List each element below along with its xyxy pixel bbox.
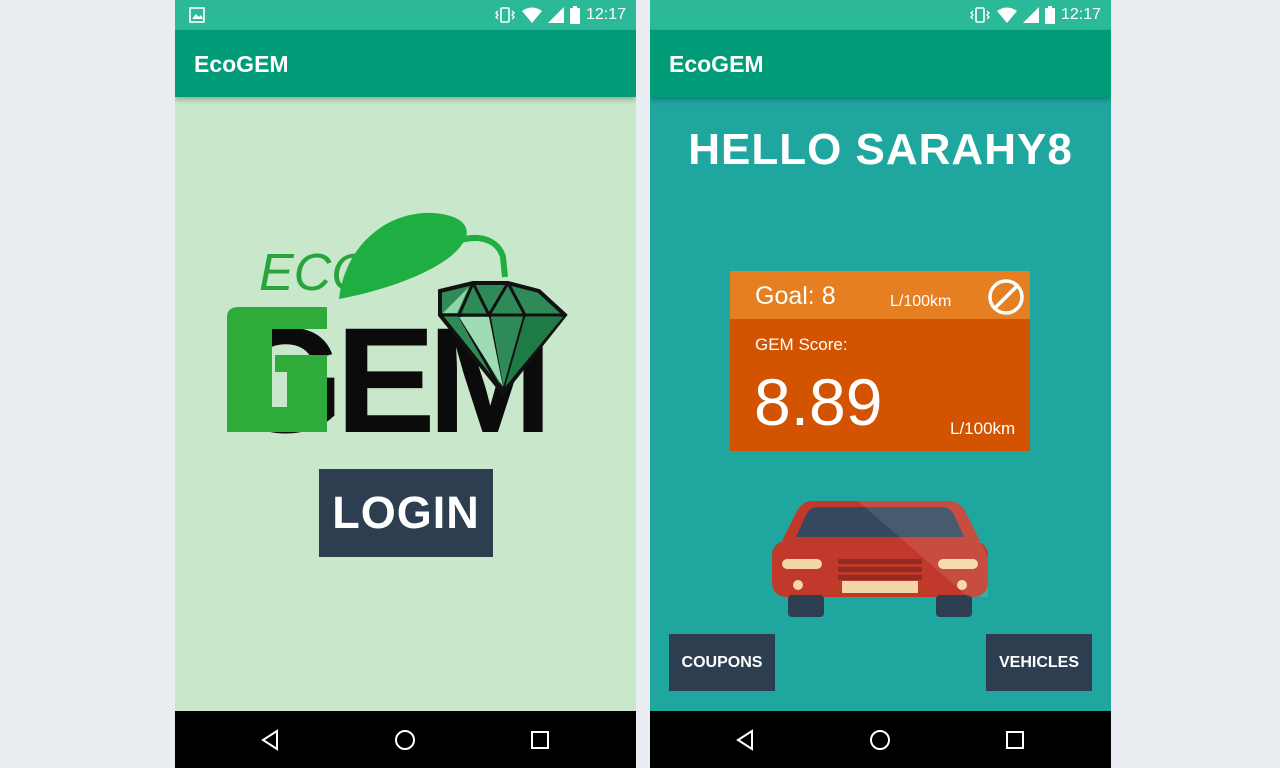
goal-strip: Goal: 8 L/100km [730, 271, 1030, 319]
app-bar: EcoGEM [175, 30, 636, 97]
wifi-icon [521, 7, 542, 23]
recents-icon[interactable] [529, 729, 551, 751]
back-icon[interactable] [734, 729, 756, 751]
signal-icon [1022, 7, 1039, 23]
battery-icon [569, 6, 580, 24]
status-time: 12:17 [1060, 6, 1101, 23]
image-icon [189, 7, 205, 23]
vehicles-button[interactable]: VEHICLES [986, 634, 1092, 691]
login-button[interactable]: LOGIN [319, 469, 493, 557]
app-title: EcoGEM [194, 51, 289, 77]
status-bar: 12:17 [175, 0, 636, 30]
navigation-bar [175, 711, 636, 768]
login-content: ECO GEM LOGIN [175, 97, 636, 711]
recents-icon[interactable] [1004, 729, 1026, 751]
cancel-icon[interactable] [986, 277, 1026, 317]
status-time: 12:17 [585, 6, 626, 23]
ecogem-logo: ECO GEM [227, 212, 568, 439]
gem-score-value: 8.89 [754, 365, 883, 439]
dashboard-content: HELLO SARAHY8 Goal: 8 L/100km GEM Score:… [650, 97, 1111, 711]
navigation-bar [650, 711, 1111, 768]
home-icon[interactable] [394, 729, 416, 751]
back-icon[interactable] [259, 729, 281, 751]
goal-label: Goal: 8 [755, 282, 836, 310]
battery-icon [1044, 6, 1055, 24]
signal-icon [547, 7, 564, 23]
vibrate-icon [495, 7, 515, 23]
car-illustration [772, 501, 988, 617]
dashboard-screen: 12:17 EcoGEM HELLO SARAHY8 Goal: 8 L/100… [650, 0, 1111, 768]
wifi-icon [996, 7, 1017, 23]
app-title: EcoGEM [669, 51, 764, 77]
app-bar: EcoGEM [650, 30, 1111, 97]
score-card: Goal: 8 L/100km GEM Score: 8.89 L/100km [730, 271, 1030, 451]
vibrate-icon [970, 7, 990, 23]
goal-unit: L/100km [890, 293, 952, 310]
status-bar: 12:17 [650, 0, 1111, 30]
coupons-button[interactable]: COUPONS [669, 634, 775, 691]
gem-score-unit: L/100km [950, 419, 1016, 438]
home-icon[interactable] [869, 729, 891, 751]
login-screen: 12:17 EcoGEM ECO GEM LOGIN [175, 0, 636, 768]
gem-score-label: GEM Score: [755, 335, 848, 354]
greeting-heading: HELLO SARAHY8 [688, 125, 1073, 174]
